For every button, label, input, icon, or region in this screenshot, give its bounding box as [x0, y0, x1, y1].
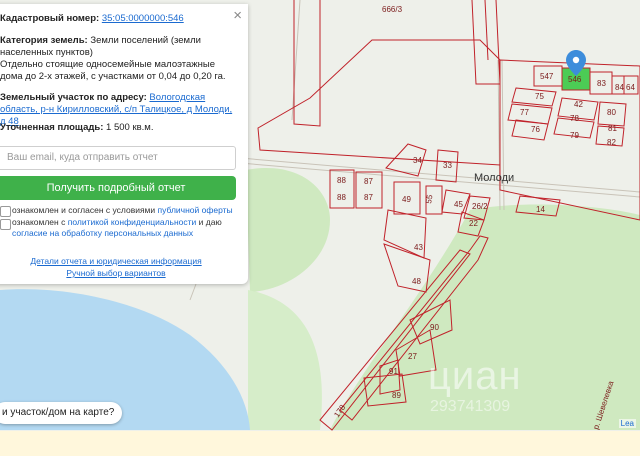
parcel-number-label: 27: [408, 352, 417, 361]
parcel-number-label: 82: [607, 138, 616, 147]
forest-area: [246, 168, 330, 292]
parcel-number-label: 48: [412, 277, 421, 286]
cadastral-number-link[interactable]: 35:05:0000000:546: [102, 13, 184, 24]
category-row: Категория земель: Земли поселений (земли…: [0, 35, 238, 59]
parcel-number-label: 33: [443, 161, 452, 170]
info-panel: × Кадастровый номер: 35:05:0000000:546 К…: [0, 4, 248, 284]
parcel-number-label: 45: [454, 200, 463, 209]
parcel-number-label: 88: [337, 193, 346, 202]
parcel-number-label: 34: [413, 156, 422, 165]
parcel-number-label: 55: [424, 193, 435, 204]
parcel-number-label: 547: [540, 72, 554, 81]
watermark-logo: циан: [428, 354, 522, 398]
category-label: Категория земель:: [0, 35, 88, 46]
privacy-checkbox[interactable]: [0, 219, 11, 230]
offer-agree-label: ознакомлен и согласен с условиями: [12, 205, 156, 215]
parcel-number-label: 666/3: [382, 5, 403, 14]
email-field[interactable]: Ваш email, куда отправить отчет: [0, 146, 236, 170]
parcel-number-label: 546: [568, 75, 582, 84]
privacy-agree-label: ознакомлен с: [12, 217, 66, 227]
parcel-number-label: 64: [626, 83, 635, 92]
cadastral-row: Кадастровый номер: 35:05:0000000:546: [0, 13, 238, 25]
parcel-number-label: 88: [337, 176, 346, 185]
parcel-number-label: 78: [570, 114, 579, 123]
parcel-number-label: 79: [570, 131, 579, 140]
parcel-number-label: 83: [597, 79, 606, 88]
parcel-number-label: 84: [615, 83, 624, 92]
bottom-strip: [0, 431, 640, 456]
address-label: Земельный участок по адресу:: [0, 92, 147, 103]
public-offer-link[interactable]: публичной оферты: [158, 205, 233, 215]
parcel-number-label: 90: [430, 323, 439, 332]
watermark-id: 293741309: [430, 398, 511, 415]
parcel-number-label: 49: [402, 195, 411, 204]
village-label: Молоди: [474, 172, 514, 184]
parcel-number-label: 77: [520, 108, 529, 117]
parcel-number-label: 14: [536, 205, 545, 214]
privacy-policy-link[interactable]: политикой конфиденциальности: [68, 217, 197, 227]
consent-link[interactable]: согласие на обработку персональных данны…: [12, 228, 193, 238]
parcel-number-label: 22: [469, 219, 478, 228]
cadastral-label: Кадастровый номер:: [0, 13, 100, 24]
details-link[interactable]: Детали отчета и юридическая информация: [0, 256, 236, 266]
leaflet-attribution[interactable]: Lea: [618, 419, 636, 428]
usage-text: Отдельно стоящие односемейные малоэтажны…: [0, 59, 226, 82]
privacy-agree-mid: и даю: [198, 217, 222, 227]
parcel-number-label: 80: [607, 108, 616, 117]
find-parcel-bubble[interactable]: и участок/дом на карте?: [0, 402, 123, 424]
parcel-number-label: 76: [531, 125, 540, 134]
parcel-number-label: 42: [574, 100, 583, 109]
parcel-number-label: 75: [535, 92, 544, 101]
offer-checkbox[interactable]: [0, 206, 11, 217]
forest-area: [248, 290, 322, 430]
privacy-agree-text: ознакомлен с политикой конфиденциальност…: [12, 217, 242, 239]
manual-choice-link[interactable]: Ручной выбор вариантов: [0, 268, 236, 278]
area-label: Уточненная площадь:: [0, 122, 104, 133]
parcel-number-label: 89: [392, 391, 401, 400]
get-report-button[interactable]: Получить подробный отчет: [0, 176, 236, 200]
parcel-number-label: 43: [414, 243, 423, 252]
parcel-number-label: 87: [364, 193, 373, 202]
parcel-number-label: 91: [389, 367, 398, 376]
parcel-number-label: 87: [364, 177, 373, 186]
area-value: 1 500 кв.м.: [106, 122, 154, 133]
offer-agree-text: ознакомлен и согласен с условиями публич…: [12, 205, 242, 216]
area-row: Уточненная площадь: 1 500 кв.м.: [0, 122, 238, 134]
parcel-number-label: 26/2: [472, 202, 488, 211]
parcel-number-label: 81: [608, 124, 617, 133]
